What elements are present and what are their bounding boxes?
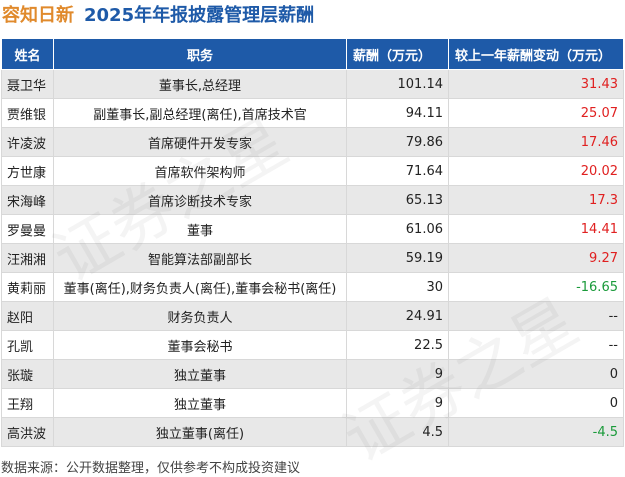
salary-cell: 71.64 bbox=[346, 156, 449, 186]
change-cell: 9.27 bbox=[448, 243, 624, 273]
position-cell: 首席硬件开发专家 bbox=[53, 127, 347, 157]
name-cell: 孔凯 bbox=[1, 330, 54, 360]
salary-cell: 101.14 bbox=[346, 69, 449, 99]
header-salary: 薪酬（万元） bbox=[346, 38, 449, 70]
change-cell: 0 bbox=[448, 359, 624, 389]
table-row: 聂卫华 董事长,总经理 101.14 31.43 bbox=[1, 69, 624, 99]
name-cell: 赵阳 bbox=[1, 301, 54, 331]
table-row: 汪湘湘 智能算法部副部长 59.19 9.27 bbox=[1, 243, 624, 273]
header-position: 职务 bbox=[53, 38, 347, 70]
change-cell: -4.5 bbox=[448, 417, 624, 447]
header-name: 姓名 bbox=[1, 38, 54, 70]
name-cell: 汪湘湘 bbox=[1, 243, 54, 273]
position-cell: 董事(离任),财务负责人(离任),董事会秘书(离任) bbox=[53, 272, 347, 302]
header-change: 较上一年薪酬变动（万元） bbox=[448, 38, 624, 70]
change-cell: 25.07 bbox=[448, 98, 624, 128]
change-cell: 14.41 bbox=[448, 214, 624, 244]
salary-cell: 22.5 bbox=[346, 330, 449, 360]
position-cell: 智能算法部副部长 bbox=[53, 243, 347, 273]
table-row: 宋海峰 首席诊断技术专家 65.13 17.3 bbox=[1, 185, 624, 215]
position-cell: 副董事长,副总经理(离任),首席技术官 bbox=[53, 98, 347, 128]
table-header-row: 姓名 职务 薪酬（万元） 较上一年薪酬变动（万元） bbox=[1, 38, 624, 70]
salary-cell: 79.86 bbox=[346, 127, 449, 157]
salary-cell: 61.06 bbox=[346, 214, 449, 244]
salary-cell: 30 bbox=[346, 272, 449, 302]
salary-cell: 9 bbox=[346, 388, 449, 418]
name-cell: 聂卫华 bbox=[1, 69, 54, 99]
salary-cell: 4.5 bbox=[346, 417, 449, 447]
table-row: 贾维银 副董事长,副总经理(离任),首席技术官 94.11 25.07 bbox=[1, 98, 624, 128]
compensation-table: 姓名 职务 薪酬（万元） 较上一年薪酬变动（万元） 聂卫华 董事长,总经理 101.… bbox=[1, 38, 624, 447]
table-row: 张璇 独立董事 9 0 bbox=[1, 359, 624, 389]
change-cell: -- bbox=[448, 330, 624, 360]
change-cell: 0 bbox=[448, 388, 624, 418]
change-cell: 31.43 bbox=[448, 69, 624, 99]
salary-cell: 65.13 bbox=[346, 185, 449, 215]
position-cell: 首席软件架构师 bbox=[53, 156, 347, 186]
name-cell: 罗曼曼 bbox=[1, 214, 54, 244]
source-note: 数据来源：公开数据整理，仅供参考不构成投资建议 bbox=[1, 461, 301, 476]
name-cell: 贾维银 bbox=[1, 98, 54, 128]
salary-cell: 9 bbox=[346, 359, 449, 389]
table-row: 黄莉丽 董事(离任),财务负责人(离任),董事会秘书(离任) 30 -16.65 bbox=[1, 272, 624, 302]
name-cell: 王翔 bbox=[1, 388, 54, 418]
salary-cell: 94.11 bbox=[346, 98, 449, 128]
table-row: 赵阳 财务负责人 24.91 -- bbox=[1, 301, 624, 331]
position-cell: 财务负责人 bbox=[53, 301, 347, 331]
name-cell: 张璇 bbox=[1, 359, 54, 389]
table-row: 许凌波 首席硬件开发专家 79.86 17.46 bbox=[1, 127, 624, 157]
table-row: 高洪波 独立董事(离任) 4.5 -4.5 bbox=[1, 417, 624, 447]
position-cell: 独立董事 bbox=[53, 359, 347, 389]
change-cell: 17.46 bbox=[448, 127, 624, 157]
name-cell: 许凌波 bbox=[1, 127, 54, 157]
change-cell: 17.3 bbox=[448, 185, 624, 215]
name-cell: 宋海峰 bbox=[1, 185, 54, 215]
change-cell: -16.65 bbox=[448, 272, 624, 302]
name-cell: 黄莉丽 bbox=[1, 272, 54, 302]
position-cell: 独立董事 bbox=[53, 388, 347, 418]
position-cell: 独立董事(离任) bbox=[53, 417, 347, 447]
position-cell: 首席诊断技术专家 bbox=[53, 185, 347, 215]
title-text: 2025年年报披露管理层薪酬 bbox=[84, 5, 315, 26]
change-cell: 20.02 bbox=[448, 156, 624, 186]
position-cell: 董事 bbox=[53, 214, 347, 244]
table-row: 方世康 首席软件架构师 71.64 20.02 bbox=[1, 156, 624, 186]
table-row: 孔凯 董事会秘书 22.5 -- bbox=[1, 330, 624, 360]
table-row: 罗曼曼 董事 61.06 14.41 bbox=[1, 214, 624, 244]
change-cell: -- bbox=[448, 301, 624, 331]
salary-cell: 24.91 bbox=[346, 301, 449, 331]
position-cell: 董事长,总经理 bbox=[53, 69, 347, 99]
position-cell: 董事会秘书 bbox=[53, 330, 347, 360]
table-body: 聂卫华 董事长,总经理 101.14 31.43 贾维银 副董事长,副总经理(离任),首席… bbox=[1, 69, 624, 447]
table-row: 王翔 独立董事 9 0 bbox=[1, 388, 624, 418]
salary-cell: 59.19 bbox=[346, 243, 449, 273]
company-name: 容知日新 bbox=[2, 5, 74, 26]
name-cell: 高洪波 bbox=[1, 417, 54, 447]
name-cell: 方世康 bbox=[1, 156, 54, 186]
page-title: 容知日新 2025年年报披露管理层薪酬 bbox=[2, 4, 314, 28]
